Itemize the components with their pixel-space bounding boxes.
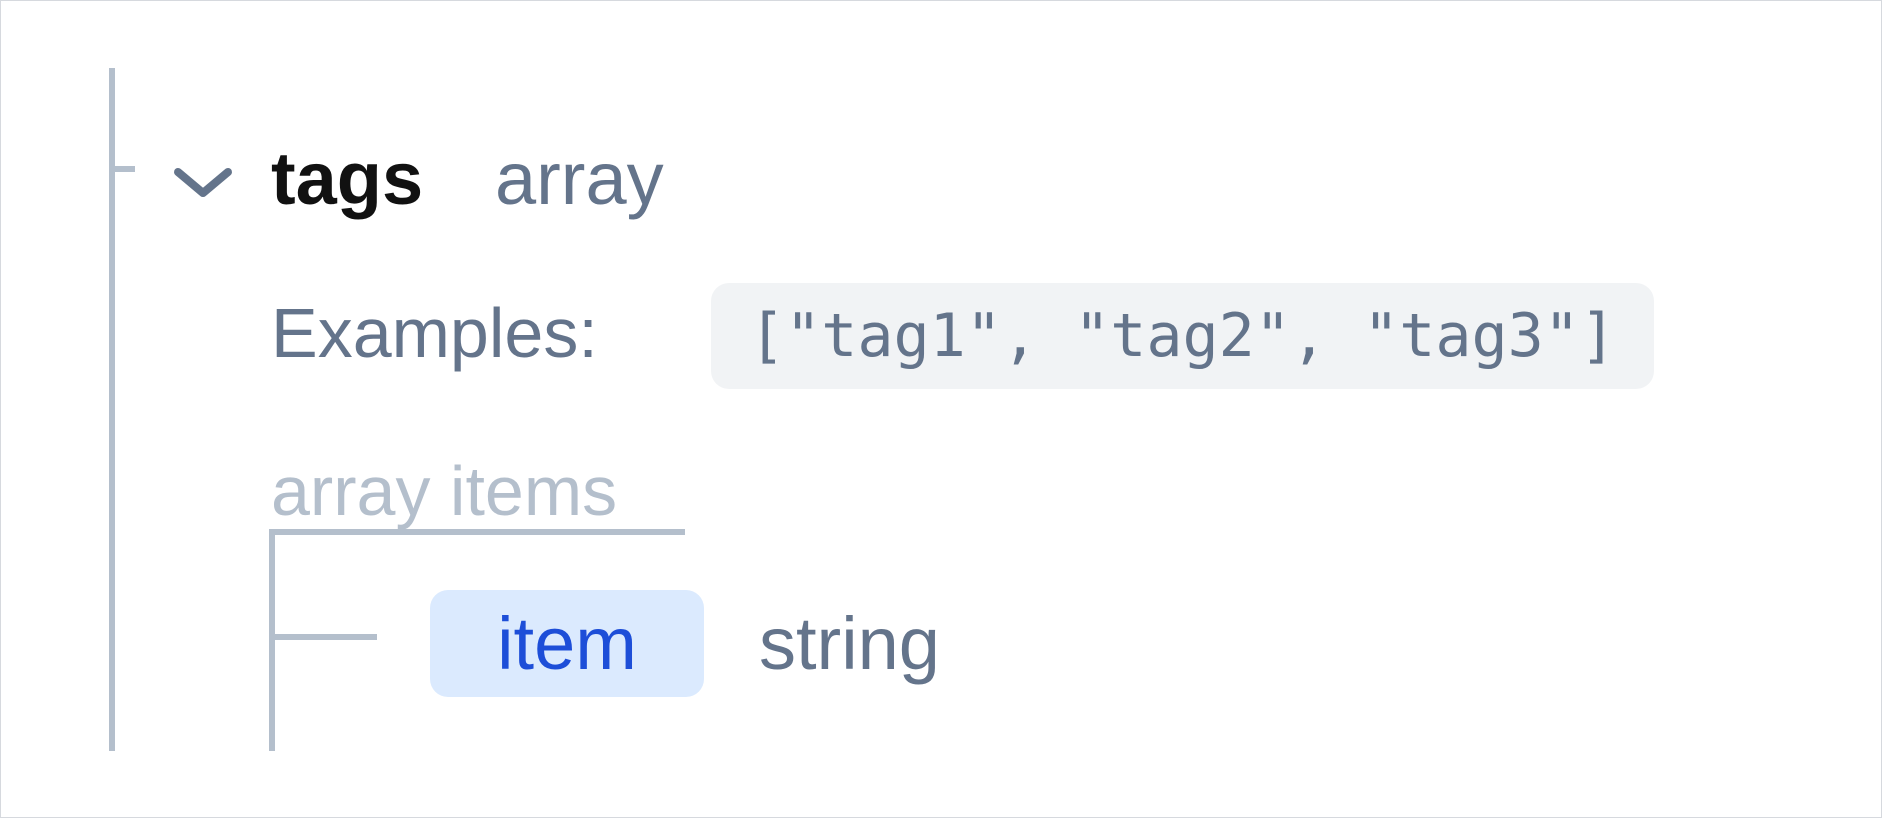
array-items-label: array items [271, 452, 618, 530]
schema-viewer-panel: tags array Examples: ["tag1", "tag2", "t… [0, 0, 1882, 818]
item-name-badge[interactable]: item [430, 590, 704, 697]
item-type: string [759, 602, 940, 685]
examples-label: Examples: [271, 294, 598, 372]
property-type: array [495, 137, 664, 220]
tree-branch-item [275, 634, 377, 640]
chevron-down-icon[interactable] [167, 163, 239, 203]
tree-line-items [269, 529, 275, 751]
tree-branch-property [115, 166, 135, 172]
property-name[interactable]: tags [271, 136, 423, 222]
examples-value: ["tag1", "tag2", "tag3"] [711, 283, 1654, 389]
